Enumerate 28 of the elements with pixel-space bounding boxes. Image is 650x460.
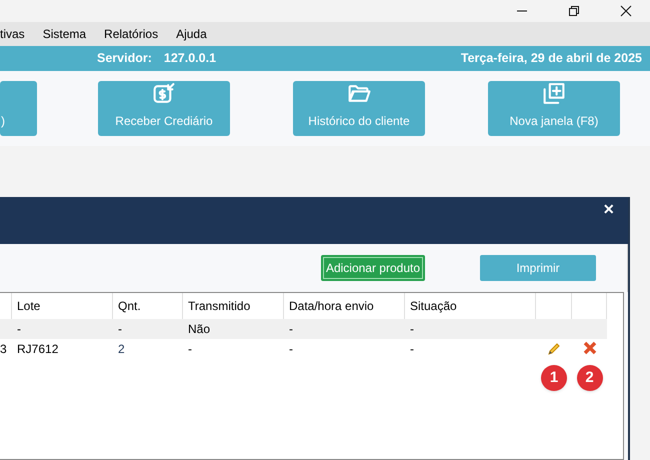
server-label: Servidor: (97, 50, 152, 68)
table-cell: - (17, 322, 21, 336)
table-cell: - (188, 342, 192, 356)
table-cell: - (410, 322, 414, 336)
menu-item[interactable]: Relatórios (104, 25, 158, 43)
table-cell: 3 (0, 342, 7, 356)
menu-item[interactable]: tivas (0, 25, 25, 43)
maximize-icon[interactable] (568, 5, 580, 17)
table-row[interactable]: - - Não - - (0, 319, 607, 339)
date-text: Terça-feira, 29 de abril de 2025 (460, 50, 642, 68)
number-badge: 2 (576, 365, 602, 391)
table-cell: - (410, 342, 414, 356)
menu-item[interactable]: Ajuda (176, 25, 207, 43)
table-cell: - (289, 342, 293, 356)
table-cell: Não (188, 322, 210, 336)
dialog-close-button[interactable]: × (603, 200, 614, 218)
server-address: 127.0.0.1 (164, 50, 216, 68)
number-badge: 1 (541, 365, 567, 391)
table-cell: - (289, 322, 293, 336)
table-cell: RJ7612 (17, 342, 58, 356)
pencil-icon[interactable] (546, 341, 562, 357)
money-receive-icon (151, 81, 177, 106)
new-window-icon (541, 81, 567, 106)
close-icon[interactable] (620, 5, 632, 17)
table-cell: 2 (118, 342, 125, 356)
delete-icon[interactable] (582, 341, 596, 355)
menu-item[interactable]: Sistema (42, 25, 86, 43)
table-cell: - (118, 322, 122, 336)
